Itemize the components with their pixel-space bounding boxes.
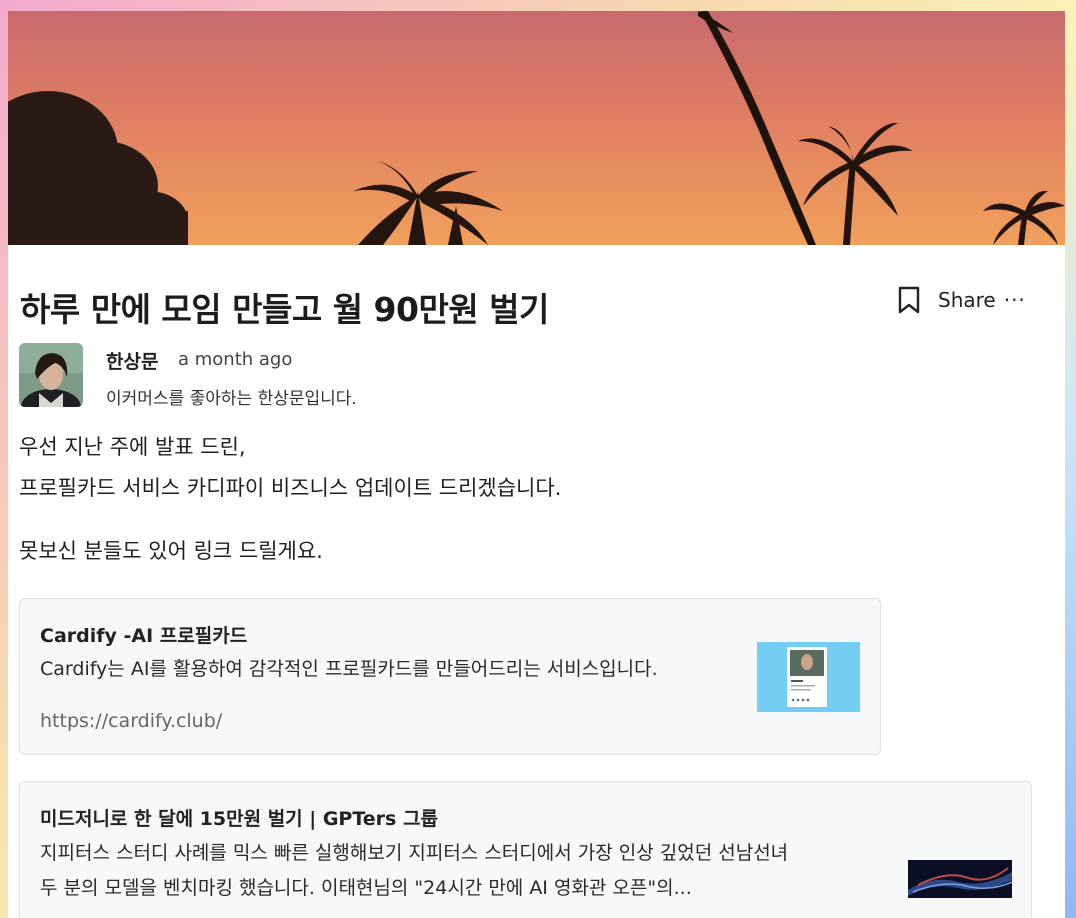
post-title: 하루 만에 모임 만들고 월 90만원 벌기	[20, 290, 549, 329]
link-card[interactable]: Cardify -AI 프로필카드 Cardify는 AI를 활용하여 감각적인…	[19, 598, 881, 755]
link-card[interactable]: 미드저니로 한 달에 15만원 벌기 | GPTers 그룹 지피터스 스터디 …	[19, 781, 1032, 918]
link-card-thumbnail	[908, 860, 1012, 898]
author-name[interactable]: 한상문	[106, 347, 158, 374]
bookmark-icon[interactable]	[896, 285, 922, 315]
author-bio: 이커머스를 좋아하는 한상문입니다.	[106, 389, 357, 409]
more-horizontal-icon[interactable]: ···	[1004, 288, 1026, 312]
link-card-title: 미드저니로 한 달에 15만원 벌기 | GPTers 그룹	[40, 808, 438, 830]
link-card-description: Cardify는 AI를 활용하여 감각적인 프로필카드를 만들어드리는 서비스…	[40, 658, 658, 680]
link-card-thumbnail	[757, 642, 860, 712]
link-card-title: Cardify -AI 프로필카드	[40, 625, 248, 647]
paragraph-line: 못보신 분들도 있어 링크 드릴게요.	[19, 539, 323, 563]
post-actions: Share ···	[896, 284, 1026, 316]
paragraph-line: 우선 지난 주에 발표 드린,	[19, 435, 246, 459]
paragraph-line: 프로필카드 서비스 카디파이 비즈니스 업데이트 드리겠습니다.	[19, 476, 562, 500]
cover-image	[8, 11, 1065, 245]
link-card-url: https://cardify.club/	[40, 710, 223, 732]
post-time: a month ago	[178, 349, 293, 370]
post-page: 하루 만에 모임 만들고 월 90만원 벌기 Share ··· 한상문 a m…	[8, 11, 1065, 918]
link-card-description: 지피터스 스터디 사례를 믹스 빠른 실행해보기 지피터스 스터디에서 가장 인…	[40, 842, 789, 864]
share-button[interactable]: Share	[938, 288, 996, 312]
avatar[interactable]	[19, 343, 83, 407]
link-card-description: 두 분의 모델을 벤치마킹 했습니다. 이태현님의 "24시간 만에 AI 영화…	[40, 877, 692, 899]
